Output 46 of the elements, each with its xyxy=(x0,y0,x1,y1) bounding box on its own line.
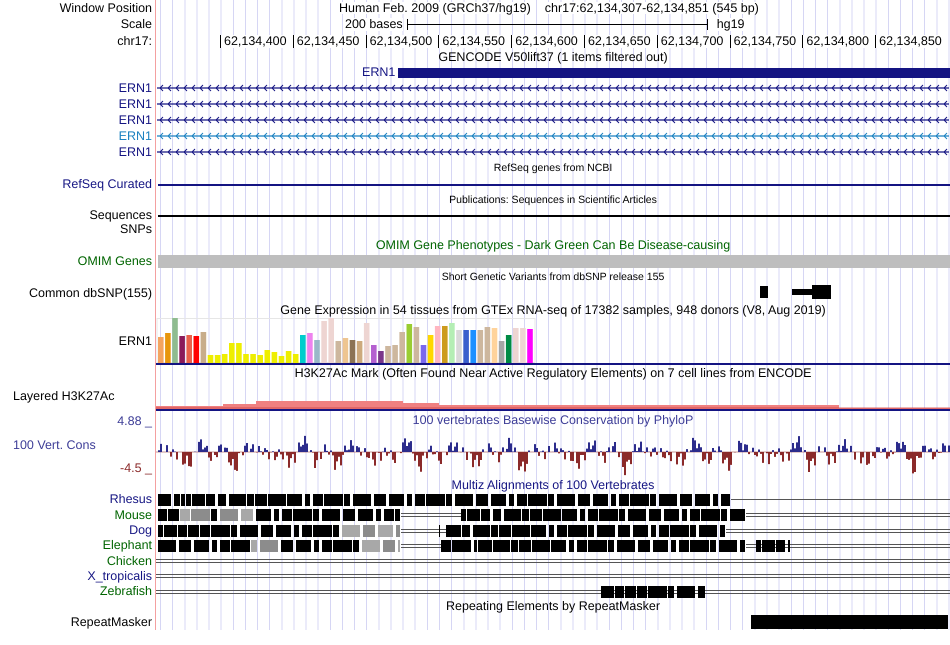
ruler-tick: 62,134,500 xyxy=(366,35,438,48)
row-label: chr17: xyxy=(117,35,152,48)
track-title: Repeating Elements by RepeatMasker xyxy=(446,600,660,613)
track-label[interactable]: ERN1 xyxy=(118,98,152,110)
track-title: 100 vertebrates Basewise Conservation by PhyloP xyxy=(412,414,694,427)
track-label[interactable]: Chicken xyxy=(106,554,152,568)
assembly-text: Human Feb. 2009 (GRCh37/hg19) xyxy=(339,2,531,14)
track-label[interactable]: Layered H3K27Ac xyxy=(13,390,114,403)
gene-label[interactable]: ERN1 xyxy=(362,66,396,79)
track-title: Publications: Sequences in Scientific Articles xyxy=(449,194,657,206)
axis-max-label: 4.88 _ xyxy=(117,415,152,428)
track-title: Multiz Alignments of 100 Vertebrates xyxy=(452,478,654,492)
track-title: Short Genetic Variants from dbSNP release 155 xyxy=(442,272,664,282)
track-label[interactable]: ERN1 xyxy=(118,82,152,94)
track-title: RefSeq genes from NCBI xyxy=(494,162,612,174)
track-title: H3K27Ac Mark (Often Found Near Active Regulatory Elements) on 7 cell lines from ENCODE xyxy=(294,367,812,380)
track-title: Gene Expression in 54 tissues from GTEx RNA-seq of 17382 samples, 948 donors (V8, Aug 2019) xyxy=(280,304,826,316)
track-label[interactable]: ERN1 xyxy=(118,146,152,158)
position-text: chr17:62,134,307-62,134,851 (545 bp) xyxy=(544,2,759,14)
row-label: Scale xyxy=(120,18,152,31)
track-title: GENCODE V50lift37 (1 items filtered out) xyxy=(438,51,668,64)
track-label[interactable]: 100 Vert. Cons xyxy=(13,438,96,451)
track-label[interactable]: RefSeq Curated xyxy=(62,178,152,190)
repeat-bar[interactable] xyxy=(751,615,948,630)
track-label[interactable]: Dog xyxy=(129,524,152,536)
gene-bar[interactable] xyxy=(398,68,950,78)
track-label[interactable]: ERN1 xyxy=(118,335,152,348)
row-label: Window Position xyxy=(60,2,152,14)
track-label[interactable]: X_tropicalis xyxy=(87,570,152,582)
track-label[interactable]: ERN1 xyxy=(118,114,152,126)
track-label[interactable]: Rhesus xyxy=(110,493,152,506)
track-title: OMIM Gene Phenotypes - Dark Green Can Be Disease-causing xyxy=(376,238,730,252)
variant-marks-drawing xyxy=(760,285,832,299)
track-label[interactable]: SNPs xyxy=(120,223,152,236)
scale-text: 200 bases xyxy=(345,18,403,31)
track-label[interactable]: Elephant xyxy=(102,539,152,552)
track-label[interactable]: Sequences xyxy=(89,208,152,222)
axis-min-label: -4.5 _ xyxy=(120,462,152,474)
track-label[interactable]: ERN1 xyxy=(118,130,152,142)
ruler-tick: 62,134,750 xyxy=(730,35,802,48)
scale-db-text: hg19 xyxy=(716,18,744,31)
track-label[interactable]: RepeatMasker xyxy=(70,616,152,628)
track-label[interactable]: OMIM Genes xyxy=(78,254,152,268)
track-label[interactable]: Zebrafish xyxy=(100,585,152,598)
track-label[interactable]: Mouse xyxy=(114,508,152,522)
track-label[interactable]: Common dbSNP(155) xyxy=(29,287,152,300)
